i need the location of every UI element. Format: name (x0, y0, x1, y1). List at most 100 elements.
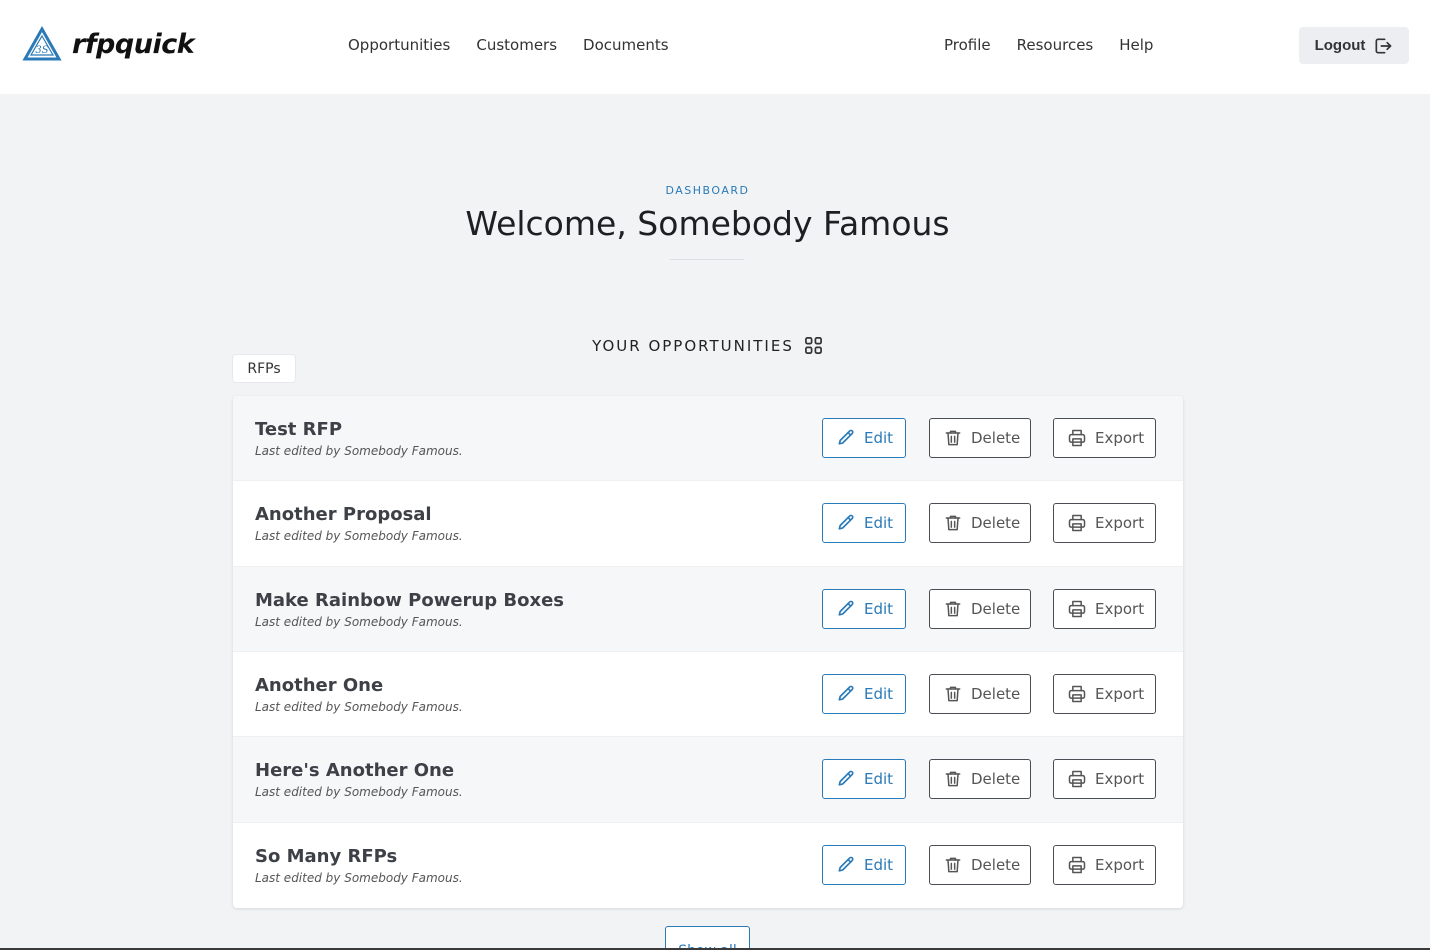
trash-icon (945, 430, 961, 446)
nav-resources[interactable]: Resources (1017, 34, 1094, 56)
opportunities-heading: YOUR OPPORTUNITIES (0, 336, 1415, 355)
opportunities-heading-label: YOUR OPPORTUNITIES (592, 336, 794, 355)
opportunity-info: So Many RFPs Last edited by Somebody Famo… (255, 845, 463, 885)
opportunity-info: Another Proposal Last edited by Somebody … (255, 503, 463, 543)
export-label: Export (1095, 770, 1145, 789)
opportunity-info: Here's Another One Last edited by Somebod… (255, 759, 463, 799)
primary-nav: Opportunities Customers Documents (348, 34, 669, 56)
pencil-icon (838, 685, 854, 701)
trash-icon (945, 857, 961, 873)
opportunity-last-edited: Last edited by Somebody Famous. (255, 444, 463, 459)
delete-button[interactable]: Delete (929, 845, 1031, 886)
export-button[interactable]: Export (1053, 418, 1156, 459)
pencil-icon (838, 515, 854, 531)
opportunity-row[interactable]: Test RFP Last edited by Somebody Famous. E… (233, 396, 1183, 482)
opportunity-last-edited: Last edited by Somebody Famous. (255, 529, 463, 544)
tab-rfps[interactable]: RFPs (233, 355, 295, 382)
export-label: Export (1095, 514, 1145, 533)
printer-icon (1068, 600, 1086, 618)
printer-icon (1068, 429, 1086, 447)
export-label: Export (1095, 429, 1145, 448)
show-all-button[interactable]: Show all (665, 926, 750, 950)
export-button[interactable]: Export (1053, 588, 1156, 629)
pencil-icon (838, 429, 854, 445)
title-divider (670, 259, 744, 260)
edit-label: Edit (864, 685, 894, 704)
edit-label: Edit (864, 429, 894, 448)
opportunity-row[interactable]: Here's Another One Last edited by Somebod… (233, 737, 1183, 823)
opportunities-list: Test RFP Last edited by Somebody Famous. E… (233, 396, 1183, 908)
nav-opportunities[interactable]: Opportunities (348, 34, 450, 56)
delete-button[interactable]: Delete (929, 418, 1031, 459)
nav-documents[interactable]: Documents (583, 34, 669, 56)
page-eyebrow: DASHBOARD (665, 184, 750, 197)
opportunity-title[interactable]: Test RFP (255, 418, 463, 442)
trash-icon (945, 772, 961, 787)
opportunity-info: Test RFP Last edited by Somebody Famous. (255, 418, 463, 458)
opportunity-title[interactable]: So Many RFPs (255, 845, 463, 869)
delete-label: Delete (971, 685, 1021, 704)
nav-customers[interactable]: Customers (476, 34, 557, 56)
delete-label: Delete (971, 770, 1021, 789)
opportunity-row[interactable]: So Many RFPs Last edited by Somebody Famo… (233, 823, 1183, 908)
opportunity-row[interactable]: Another One Last edited by Somebody Famou… (233, 652, 1183, 738)
export-button[interactable]: Export (1053, 845, 1156, 886)
opportunity-title[interactable]: Here's Another One (255, 759, 463, 783)
nav-profile[interactable]: Profile (944, 34, 991, 56)
edit-button[interactable]: Edit (822, 418, 906, 459)
triangle-logo-icon: 3S (22, 26, 62, 61)
brand-logo[interactable]: 3S rfpquick (22, 26, 195, 62)
edit-button[interactable]: Edit (822, 845, 906, 886)
edit-label: Edit (864, 770, 894, 789)
printer-icon (1068, 771, 1086, 788)
trash-icon (945, 686, 961, 702)
delete-label: Delete (971, 429, 1021, 448)
opportunity-title[interactable]: Another Proposal (255, 503, 463, 527)
printer-icon (1068, 515, 1086, 532)
pencil-icon (838, 600, 854, 616)
printer-icon (1068, 857, 1086, 874)
trash-icon (945, 601, 961, 617)
logout-icon (1375, 38, 1392, 54)
logo-initials: 3S (35, 45, 48, 56)
delete-label: Delete (971, 599, 1021, 618)
opportunity-last-edited: Last edited by Somebody Famous. (255, 785, 463, 800)
grid-icon[interactable] (804, 336, 823, 355)
opportunity-row[interactable]: Make Rainbow Powerup Boxes Last edited by… (233, 566, 1183, 652)
page-title: Welcome, Somebody Famous (465, 204, 950, 243)
delete-button[interactable]: Delete (929, 674, 1031, 715)
opportunity-last-edited: Last edited by Somebody Famous. (255, 871, 463, 886)
edit-button[interactable]: Edit (822, 759, 906, 800)
delete-button[interactable]: Delete (929, 588, 1031, 629)
delete-button[interactable]: Delete (929, 759, 1031, 800)
edit-button[interactable]: Edit (822, 674, 906, 715)
opportunity-info: Another One Last edited by Somebody Famou… (255, 674, 463, 714)
export-label: Export (1095, 599, 1145, 618)
export-label: Export (1095, 856, 1145, 875)
logout-button[interactable]: Logout (1299, 27, 1409, 64)
brand-name: rfpquick (72, 28, 195, 60)
opportunity-title[interactable]: Make Rainbow Powerup Boxes (255, 589, 564, 613)
top-navbar: 3S rfpquick Opportunities Customers Docu… (0, 0, 1430, 94)
delete-label: Delete (971, 856, 1021, 875)
printer-icon (1068, 685, 1086, 703)
edit-label: Edit (864, 514, 894, 533)
edit-label: Edit (864, 856, 894, 875)
export-label: Export (1095, 685, 1145, 704)
delete-label: Delete (971, 514, 1021, 533)
opportunity-title[interactable]: Another One (255, 674, 463, 698)
opportunity-last-edited: Last edited by Somebody Famous. (255, 700, 463, 715)
edit-button[interactable]: Edit (822, 588, 906, 629)
trash-icon (945, 516, 961, 531)
export-button[interactable]: Export (1053, 503, 1156, 544)
opportunity-last-edited: Last edited by Somebody Famous. (255, 614, 463, 629)
export-button[interactable]: Export (1053, 674, 1156, 715)
delete-button[interactable]: Delete (929, 503, 1031, 544)
opportunity-row[interactable]: Another Proposal Last edited by Somebody … (233, 481, 1183, 567)
secondary-nav: Profile Resources Help (944, 34, 1153, 56)
edit-label: Edit (864, 599, 894, 618)
nav-help[interactable]: Help (1119, 34, 1153, 56)
logout-label: Logout (1314, 37, 1366, 54)
export-button[interactable]: Export (1053, 759, 1156, 800)
edit-button[interactable]: Edit (822, 503, 906, 544)
